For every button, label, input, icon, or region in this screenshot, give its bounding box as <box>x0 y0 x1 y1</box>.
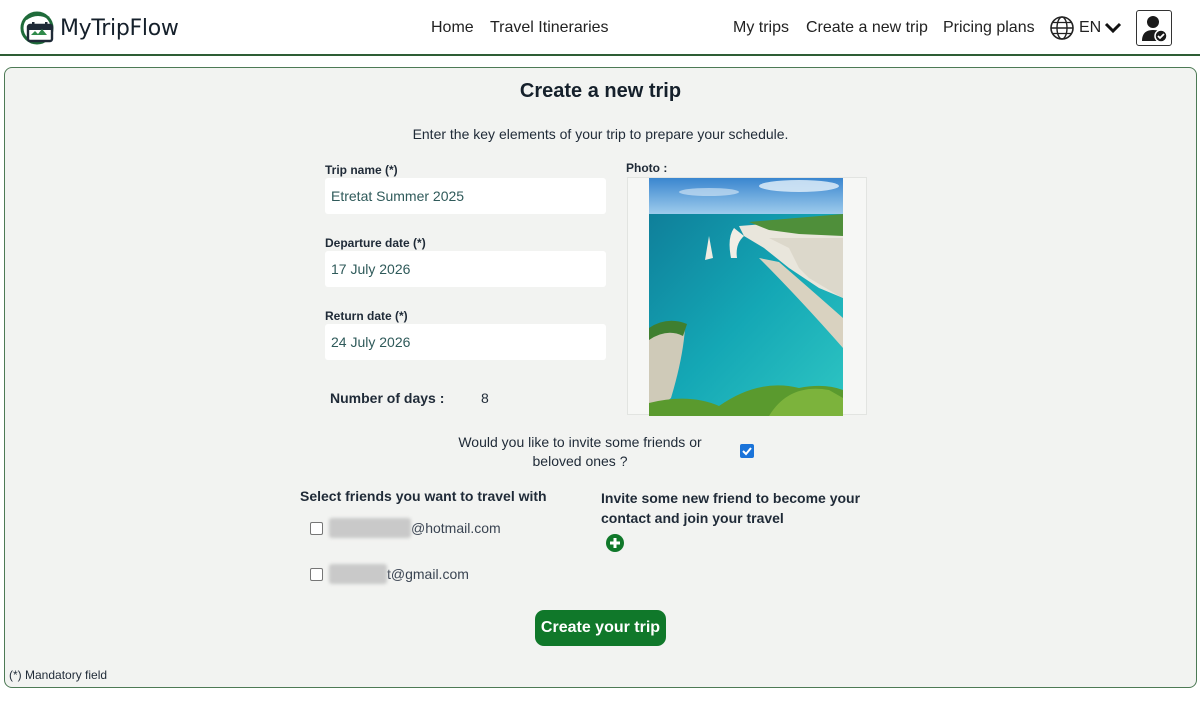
language-label: EN <box>1079 19 1102 36</box>
nav-home-link[interactable]: Home <box>431 18 474 38</box>
page-title: Create a new trip <box>519 80 682 102</box>
return-date-label: Return date (*) <box>325 309 408 323</box>
redacted-email-part <box>329 518 411 538</box>
create-trip-card: Create a new trip Enter the key elements… <box>4 67 1197 688</box>
friend-email: t@gmail.com <box>387 566 469 582</box>
check-icon <box>742 447 752 456</box>
brand-link[interactable]: MyTripFlow <box>18 9 179 47</box>
departure-date-value: 17 July 2026 <box>331 261 411 277</box>
return-date-value: 24 July 2026 <box>331 334 411 350</box>
invite-friends-checkbox[interactable] <box>740 444 754 458</box>
select-friends-title: Select friends you want to travel with <box>300 488 547 504</box>
photo-upload[interactable] <box>627 177 867 416</box>
friend-checkbox[interactable] <box>310 567 323 581</box>
departure-date-label: Departure date (*) <box>325 236 426 250</box>
trip-photo <box>649 178 843 416</box>
nav-my-trips-link[interactable]: My trips <box>733 18 789 38</box>
nav-itineraries-link[interactable]: Travel Itineraries <box>490 18 609 38</box>
number-of-days-label: Number of days : <box>330 390 445 406</box>
nav-create-trip-link[interactable]: Create a new trip <box>806 18 928 38</box>
return-date-input[interactable]: 24 July 2026 <box>325 324 606 360</box>
page-subtitle: Enter the key elements of your trip to p… <box>412 126 789 142</box>
top-navbar: MyTripFlow Home Travel Itineraries My tr… <box>0 0 1200 56</box>
redacted-email-part <box>329 564 387 584</box>
plus-circle-icon[interactable] <box>606 534 624 552</box>
number-of-days-value: 8 <box>481 390 489 406</box>
invite-friends-question: Would you like to invite some friends or… <box>458 434 702 469</box>
user-check-icon <box>1142 16 1168 43</box>
trip-name-label: Trip name (*) <box>325 163 398 177</box>
friend-email: @hotmail.com <box>411 520 501 536</box>
friend-item[interactable]: @hotmail.com <box>310 518 501 538</box>
user-menu-button[interactable] <box>1136 10 1172 46</box>
trip-name-value: Etretat Summer 2025 <box>331 188 465 204</box>
friend-checkbox[interactable] <box>310 521 323 535</box>
photo-label: Photo : <box>626 161 668 175</box>
mandatory-field-note: (*) Mandatory field <box>9 668 108 682</box>
mytripflow-logo-icon <box>20 11 54 45</box>
nav-pricing-link[interactable]: Pricing plans <box>943 18 1035 38</box>
departure-date-input[interactable]: 17 July 2026 <box>325 251 606 287</box>
friend-item[interactable]: t@gmail.com <box>310 564 469 584</box>
language-selector[interactable]: EN <box>1049 15 1122 41</box>
globe-icon <box>1050 16 1074 40</box>
invite-new-friend-title: Invite some new friend to become your co… <box>601 490 861 526</box>
trip-name-input[interactable]: Etretat Summer 2025 <box>325 178 606 214</box>
create-trip-button[interactable]: Create your trip <box>535 610 666 646</box>
brand-name: MyTripFlow <box>60 15 179 41</box>
chevron-down-icon <box>1105 22 1122 34</box>
